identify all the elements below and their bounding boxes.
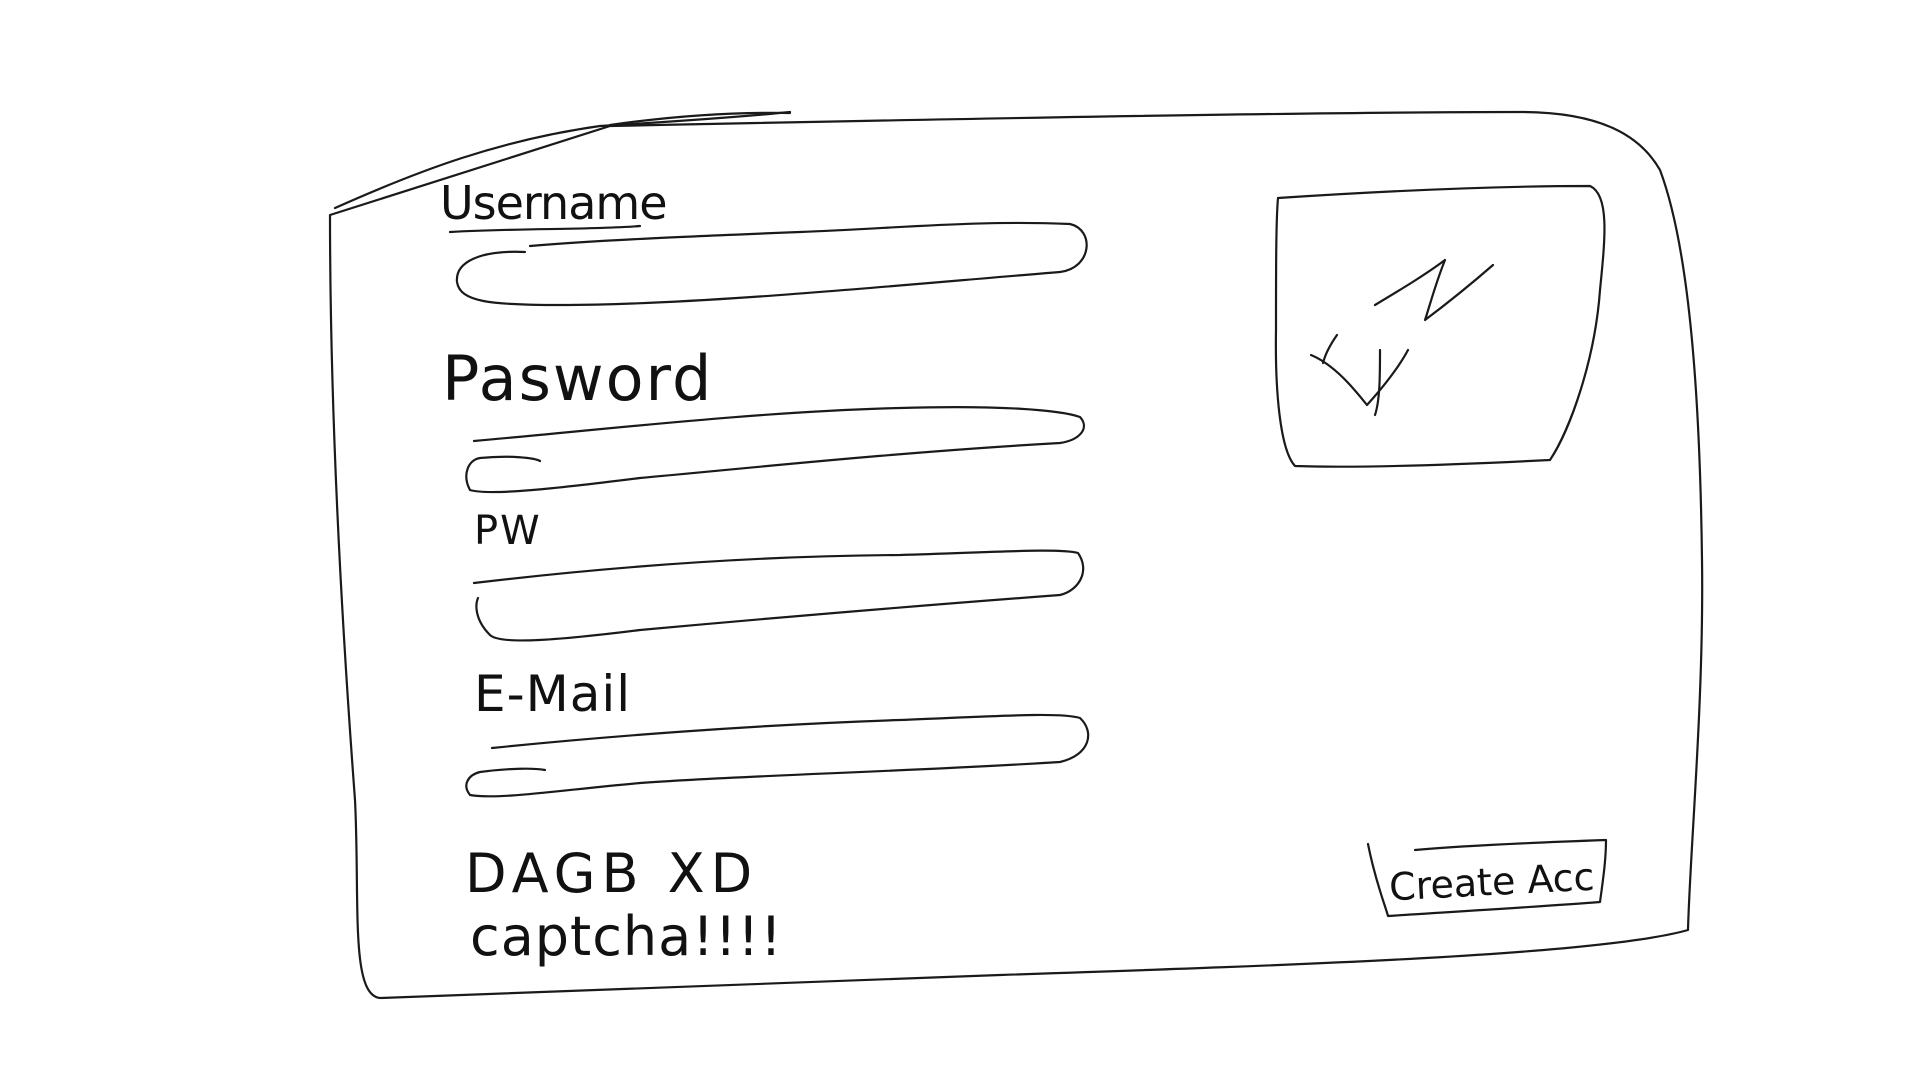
email-label: E-Mail [474,665,632,723]
image-placeholder [1275,185,1610,470]
create-account-label: Create Acc [1388,854,1596,910]
registration-sketch: Username Pasword PW E-Mail DAGB XD captc… [0,0,1920,1080]
sketch-outlines [328,110,1704,1000]
password-label: Pasword [442,342,714,415]
captcha-code: DAGB XD [465,842,759,905]
password-input[interactable] [470,418,1085,488]
username-label: Username [440,176,667,230]
username-input[interactable] [462,238,1082,302]
email-input[interactable] [470,720,1090,792]
image-placeholder-icon [1309,258,1495,417]
create-account-button[interactable]: Create Acc [1378,842,1606,922]
captcha-caption: captcha!!!! [470,905,783,968]
pw-input[interactable] [476,558,1086,634]
pw-label: PW [474,508,542,554]
